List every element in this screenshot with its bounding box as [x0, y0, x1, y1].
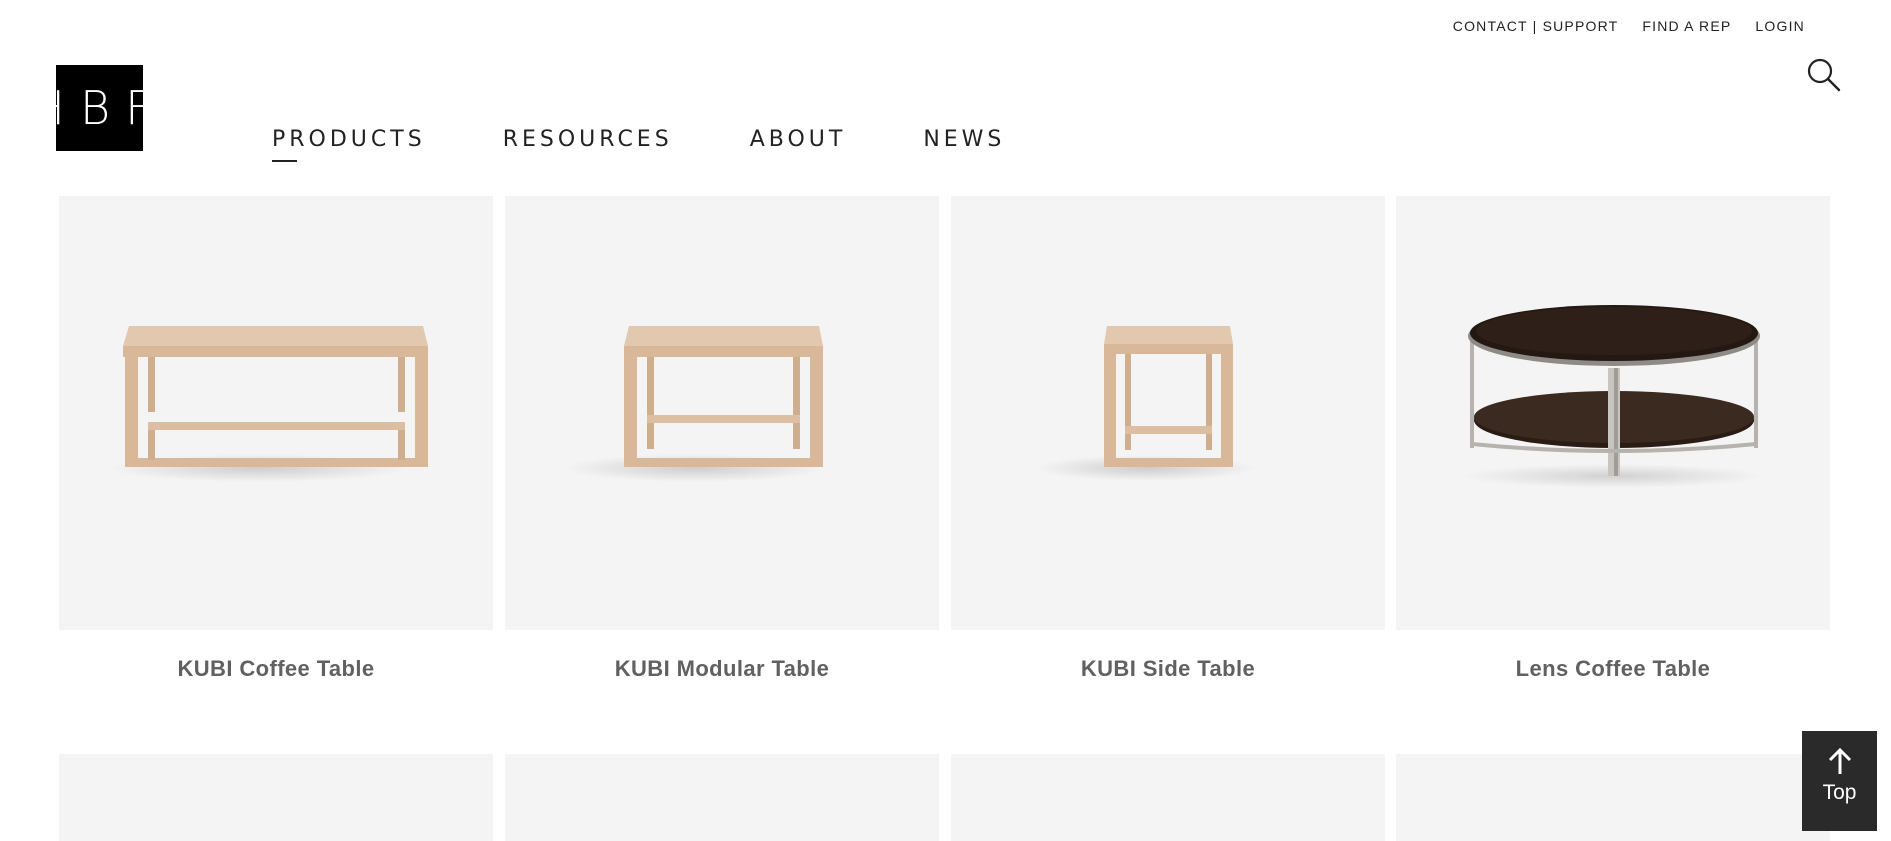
- product-card-placeholder[interactable]: [1396, 754, 1830, 841]
- search-button[interactable]: [1807, 58, 1841, 92]
- product-name-link[interactable]: KUBI Coffee Table: [59, 656, 493, 682]
- back-to-top-label: Top: [1822, 781, 1857, 804]
- login-link[interactable]: LOGIN: [1755, 18, 1805, 34]
- product-card-placeholder[interactable]: [505, 754, 939, 841]
- product-name-link[interactable]: KUBI Side Table: [951, 656, 1385, 682]
- product-card-placeholder[interactable]: [951, 754, 1385, 841]
- product-card[interactable]: Lens Coffee Table: [1396, 196, 1830, 682]
- kubi-modular-table-image: [565, 326, 825, 482]
- search-icon: [1807, 58, 1841, 92]
- product-image[interactable]: [505, 196, 939, 630]
- lens-coffee-table-image: [1463, 305, 1763, 488]
- product-card-placeholder[interactable]: [59, 754, 493, 841]
- find-a-rep-link[interactable]: FIND A REP: [1642, 18, 1731, 34]
- product-name-link[interactable]: Lens Coffee Table: [1396, 656, 1830, 682]
- nav-news[interactable]: NEWS: [923, 127, 1005, 152]
- main-nav: PRODUCTS RESOURCES ABOUT NEWS: [272, 127, 1082, 162]
- product-image[interactable]: [951, 196, 1385, 630]
- hbf-logo[interactable]: HBF: [56, 65, 143, 151]
- back-to-top-button[interactable]: Top: [1802, 731, 1877, 831]
- product-image[interactable]: [59, 196, 493, 630]
- product-name-link[interactable]: KUBI Modular Table: [505, 656, 939, 682]
- contact-support-link[interactable]: CONTACT | SUPPORT: [1453, 18, 1619, 34]
- arrow-up-icon: [1828, 747, 1851, 774]
- product-image[interactable]: [1396, 196, 1830, 630]
- product-card[interactable]: KUBI Side Table: [951, 196, 1385, 682]
- kubi-side-table-image: [1036, 326, 1256, 481]
- nav-products[interactable]: PRODUCTS: [272, 127, 426, 162]
- logo-text: HBF: [56, 81, 143, 135]
- nav-resources[interactable]: RESOURCES: [503, 127, 673, 152]
- kubi-coffee-table-image: [109, 326, 428, 482]
- nav-about[interactable]: ABOUT: [750, 127, 847, 152]
- product-card[interactable]: KUBI Modular Table: [505, 196, 939, 682]
- utility-nav: CONTACT | SUPPORT FIND A REP LOGIN: [1453, 18, 1805, 34]
- product-card[interactable]: KUBI Coffee Table: [59, 196, 493, 682]
